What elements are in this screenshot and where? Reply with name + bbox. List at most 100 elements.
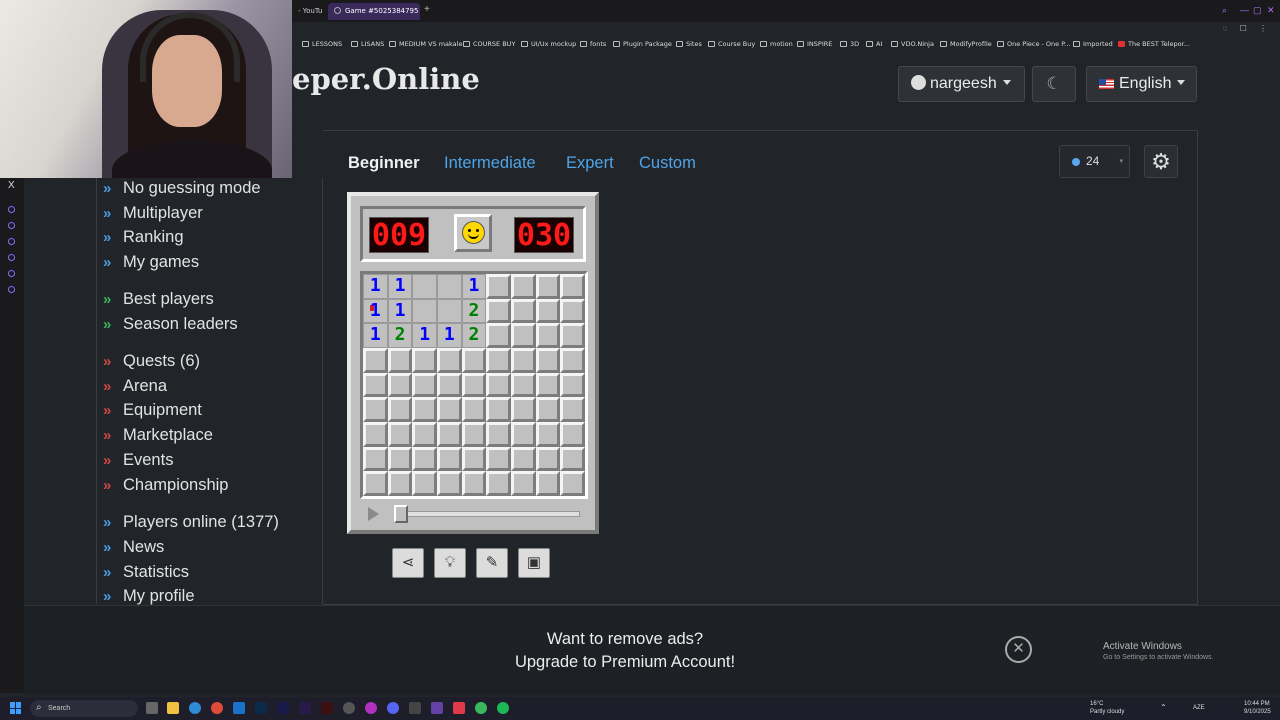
app-icon[interactable] bbox=[343, 702, 355, 714]
app-icon[interactable] bbox=[365, 702, 377, 714]
hidden-cell[interactable] bbox=[461, 347, 487, 373]
sidebar-item-arena[interactable]: » Arena bbox=[103, 377, 167, 396]
tray-chevron-up-icon[interactable]: ⌃ bbox=[1160, 704, 1167, 712]
bookmark[interactable]: The BEST Telepor... bbox=[1118, 36, 1190, 52]
hidden-cell[interactable] bbox=[535, 347, 561, 373]
revealed-cell[interactable]: 1 bbox=[363, 274, 388, 299]
hidden-cell[interactable] bbox=[436, 347, 462, 373]
sidebar-item-my-games[interactable]: » My games bbox=[103, 253, 199, 272]
sidebar-app-icon[interactable] bbox=[8, 222, 15, 229]
bookmark[interactable]: Plugin Package bbox=[613, 36, 672, 52]
revealed-cell[interactable] bbox=[436, 298, 462, 324]
hidden-cell[interactable] bbox=[363, 372, 388, 398]
search-tabs-icon[interactable]: ⌕ bbox=[1222, 5, 1227, 16]
hidden-cell[interactable] bbox=[535, 397, 561, 422]
sidebar-app-icon[interactable] bbox=[8, 286, 15, 293]
hidden-cell[interactable] bbox=[510, 323, 536, 348]
hidden-cell[interactable] bbox=[535, 323, 561, 348]
hidden-cell[interactable] bbox=[387, 397, 413, 422]
hidden-cell[interactable] bbox=[387, 471, 413, 496]
hidden-cell[interactable] bbox=[510, 397, 536, 422]
hidden-cell[interactable] bbox=[510, 347, 536, 373]
bookmark[interactable]: MEDIUM VS makale bbox=[389, 36, 462, 52]
revealed-cell[interactable]: 1 bbox=[387, 274, 413, 299]
zoom-select[interactable]: 24 ▾ bbox=[1059, 145, 1130, 178]
revealed-cell[interactable]: 1 bbox=[461, 274, 487, 299]
tab-game[interactable]: Game #5025384795 - Mi bbox=[328, 3, 420, 20]
sidebar-item-marketplace[interactable]: » Marketplace bbox=[103, 426, 213, 445]
hidden-cell[interactable] bbox=[486, 372, 511, 398]
app-icon[interactable] bbox=[409, 702, 421, 714]
new-tab-button[interactable]: + bbox=[424, 4, 430, 15]
bookmark[interactable]: UI/Ux mockup bbox=[521, 36, 576, 52]
sidebar-item-news[interactable]: » News bbox=[103, 538, 164, 557]
hidden-cell[interactable] bbox=[436, 397, 462, 422]
hidden-cell[interactable] bbox=[486, 347, 511, 373]
bookmark[interactable]: VDO.Ninja bbox=[891, 36, 934, 52]
play-icon[interactable] bbox=[368, 507, 379, 521]
sidebar-app-icon[interactable] bbox=[8, 238, 15, 245]
bookmark[interactable]: LISANS bbox=[351, 36, 384, 52]
tab-youtube[interactable]: - YouTube bbox=[292, 3, 322, 20]
hidden-cell[interactable] bbox=[387, 446, 413, 472]
edit-button[interactable]: ✎ bbox=[476, 548, 508, 578]
bookmark[interactable]: COURSE BUY bbox=[463, 36, 515, 52]
hidden-cell[interactable] bbox=[486, 397, 511, 422]
level-intermediate[interactable]: Intermediate bbox=[444, 154, 536, 173]
revealed-cell[interactable]: 1 bbox=[436, 323, 462, 348]
illustrator-icon[interactable] bbox=[321, 702, 333, 714]
hidden-cell[interactable] bbox=[560, 446, 585, 472]
weather-widget[interactable]: 16°C Partly cloudy bbox=[1090, 700, 1124, 716]
sidebar-item-quests[interactable]: » Quests (6) bbox=[103, 352, 200, 371]
browser-toolbar-icons[interactable]: ◌ ☐ ⋮ bbox=[1223, 24, 1272, 33]
bookmark[interactable]: LESSONS bbox=[302, 36, 342, 52]
hidden-cell[interactable] bbox=[461, 446, 487, 472]
hidden-cell[interactable] bbox=[560, 323, 585, 348]
sidebar-item-players-online[interactable]: » Players online (1377) bbox=[103, 513, 279, 532]
hidden-cell[interactable] bbox=[535, 421, 561, 447]
level-beginner[interactable]: Beginner bbox=[348, 154, 420, 173]
bookmark[interactable]: motion bbox=[760, 36, 793, 52]
bookmark[interactable]: Imported bbox=[1073, 36, 1113, 52]
hidden-cell[interactable] bbox=[363, 421, 388, 447]
sidebar-item-season-leaders[interactable]: » Season leaders bbox=[103, 315, 238, 334]
hidden-cell[interactable] bbox=[510, 471, 536, 496]
sidebar-item-equipment[interactable]: » Equipment bbox=[103, 401, 202, 420]
app-icon[interactable] bbox=[475, 702, 487, 714]
spotify-icon[interactable] bbox=[497, 702, 509, 714]
hidden-cell[interactable] bbox=[535, 274, 561, 299]
premiere-icon[interactable] bbox=[299, 702, 311, 714]
twitch-icon[interactable] bbox=[431, 702, 443, 714]
sidebar-item-my-profile[interactable]: » My profile bbox=[103, 587, 195, 606]
hidden-cell[interactable] bbox=[387, 372, 413, 398]
task-view-icon[interactable] bbox=[146, 702, 158, 714]
site-logo[interactable]: eper.Online bbox=[292, 62, 480, 96]
replay-slider[interactable] bbox=[404, 511, 580, 517]
bookmark[interactable]: Sites bbox=[676, 36, 702, 52]
bookmark[interactable]: One Piece - One P... bbox=[997, 36, 1070, 52]
hidden-cell[interactable] bbox=[510, 372, 536, 398]
hidden-cell[interactable] bbox=[363, 446, 388, 472]
close-ad-button[interactable]: ✕ bbox=[1005, 636, 1032, 663]
language-indicator[interactable]: AZE bbox=[1193, 704, 1205, 712]
hidden-cell[interactable] bbox=[560, 298, 585, 324]
windows-start-icon[interactable] bbox=[10, 702, 22, 714]
hidden-cell[interactable] bbox=[560, 421, 585, 447]
after-effects-icon[interactable] bbox=[277, 702, 289, 714]
hidden-cell[interactable] bbox=[412, 471, 437, 496]
hidden-cell[interactable] bbox=[560, 347, 585, 373]
bookmark[interactable]: fonts bbox=[580, 36, 606, 52]
hidden-cell[interactable] bbox=[510, 446, 536, 472]
clock[interactable]: 10:44 PM 9/10/2025 bbox=[1244, 700, 1271, 716]
screenshot-button[interactable]: ▣ bbox=[518, 548, 550, 578]
revealed-cell[interactable]: 2 bbox=[461, 323, 487, 348]
sidebar-app-icon[interactable] bbox=[8, 270, 15, 277]
hidden-cell[interactable] bbox=[486, 446, 511, 472]
hidden-cell[interactable] bbox=[436, 421, 462, 447]
revealed-cell[interactable] bbox=[412, 298, 437, 324]
settings-button[interactable]: ⚙ bbox=[1144, 145, 1178, 178]
photoshop-icon[interactable] bbox=[255, 702, 267, 714]
maximize-icon[interactable]: ▢ bbox=[1253, 5, 1262, 16]
hidden-cell[interactable] bbox=[486, 471, 511, 496]
hidden-cell[interactable] bbox=[560, 372, 585, 398]
